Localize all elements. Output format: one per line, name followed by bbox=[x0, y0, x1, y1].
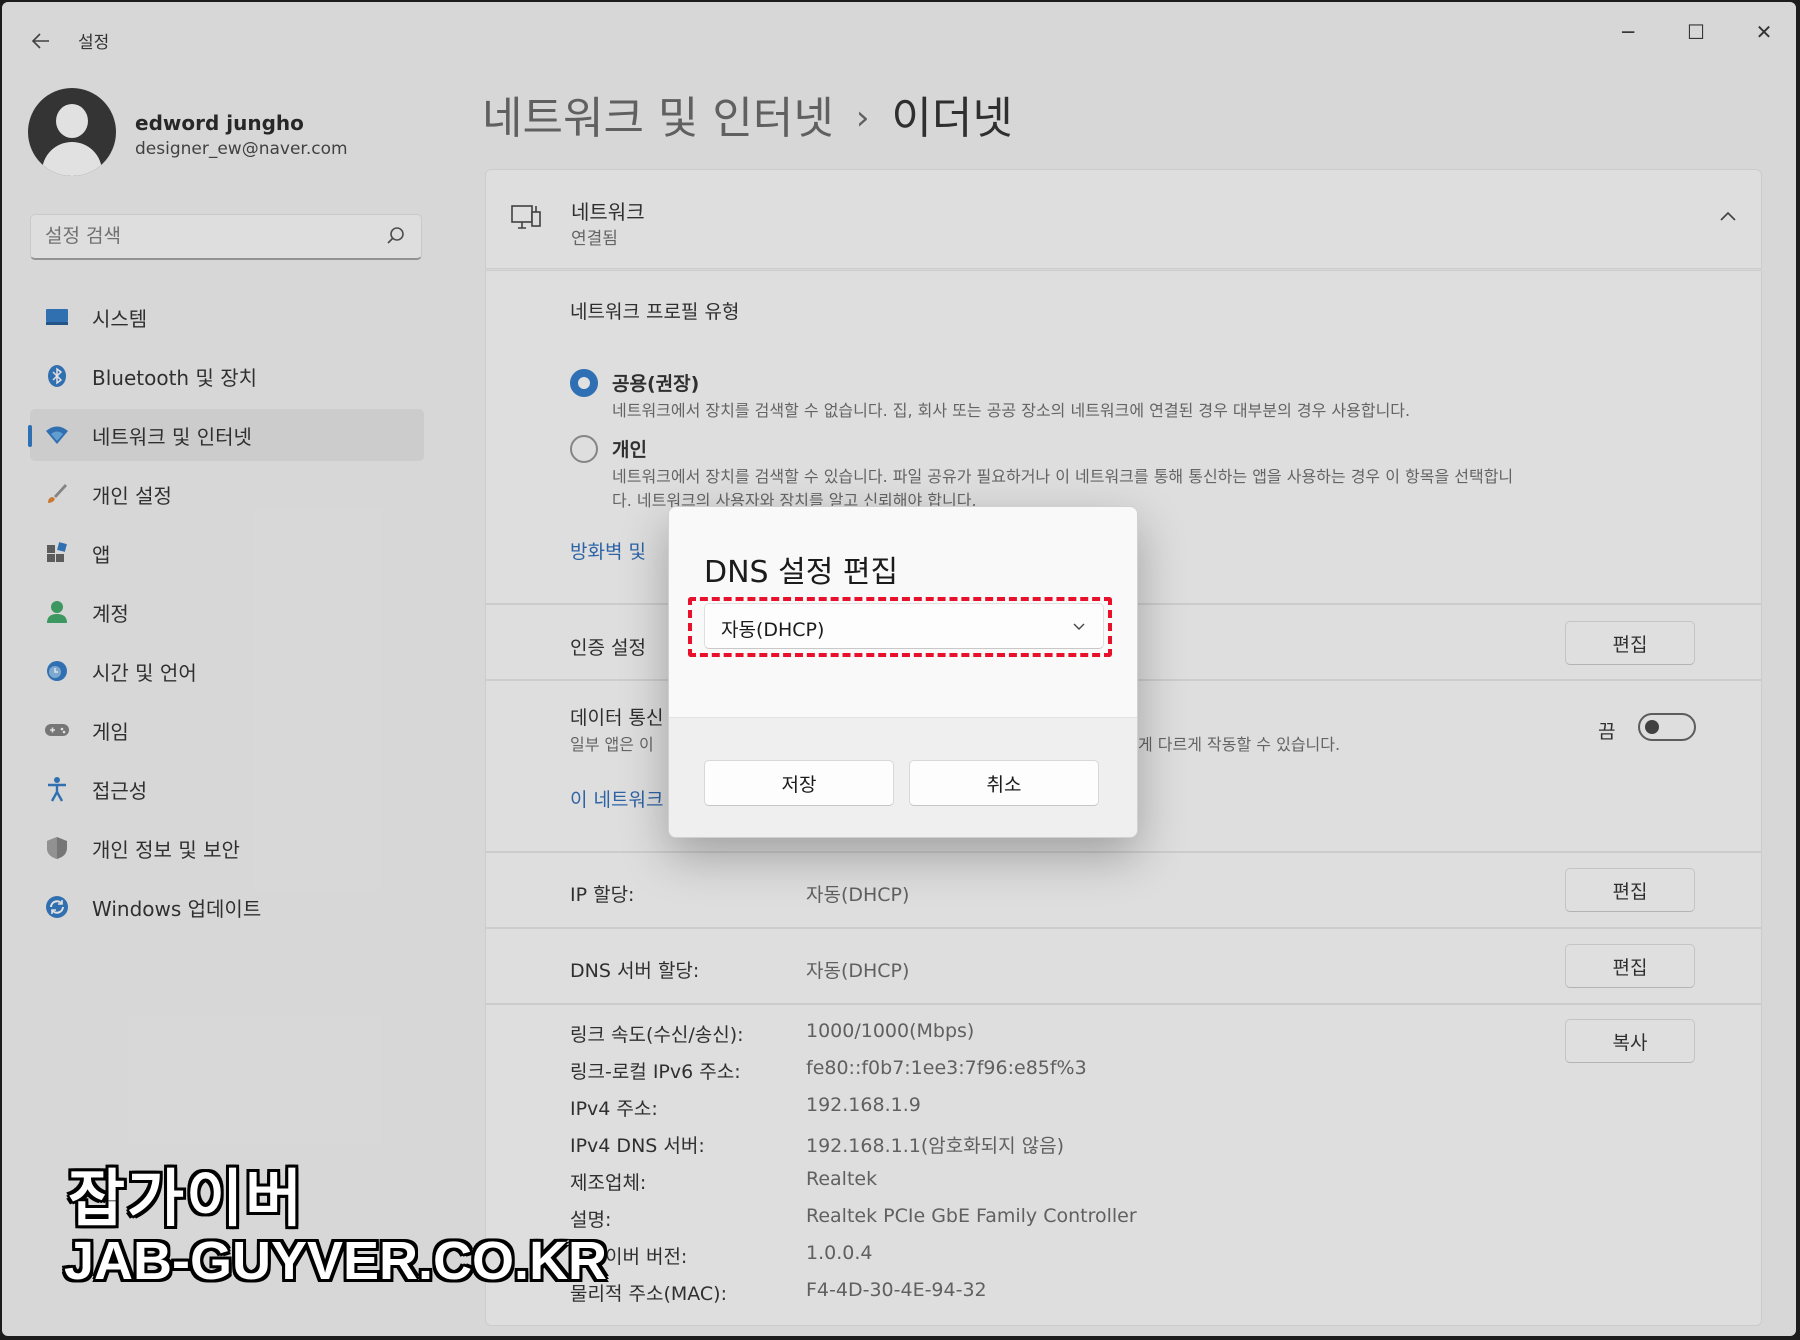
cancel-button[interactable]: 취소 bbox=[909, 760, 1099, 806]
dialog-footer: 저장 취소 bbox=[669, 717, 1137, 837]
save-button[interactable]: 저장 bbox=[704, 760, 894, 806]
highlight-annotation bbox=[688, 597, 1112, 657]
dns-settings-dialog: DNS 설정 편집 자동(DHCP) 저장 취소 bbox=[668, 506, 1138, 838]
settings-window: 설정 ─ ☐ ✕ edword jungho designer_ew@naver… bbox=[2, 2, 1796, 1336]
watermark-url: JAB-GUYVER.CO.KR bbox=[64, 1231, 608, 1291]
dialog-title: DNS 설정 편집 bbox=[704, 555, 899, 590]
watermark-title: 잡가이버 bbox=[68, 1162, 305, 1235]
